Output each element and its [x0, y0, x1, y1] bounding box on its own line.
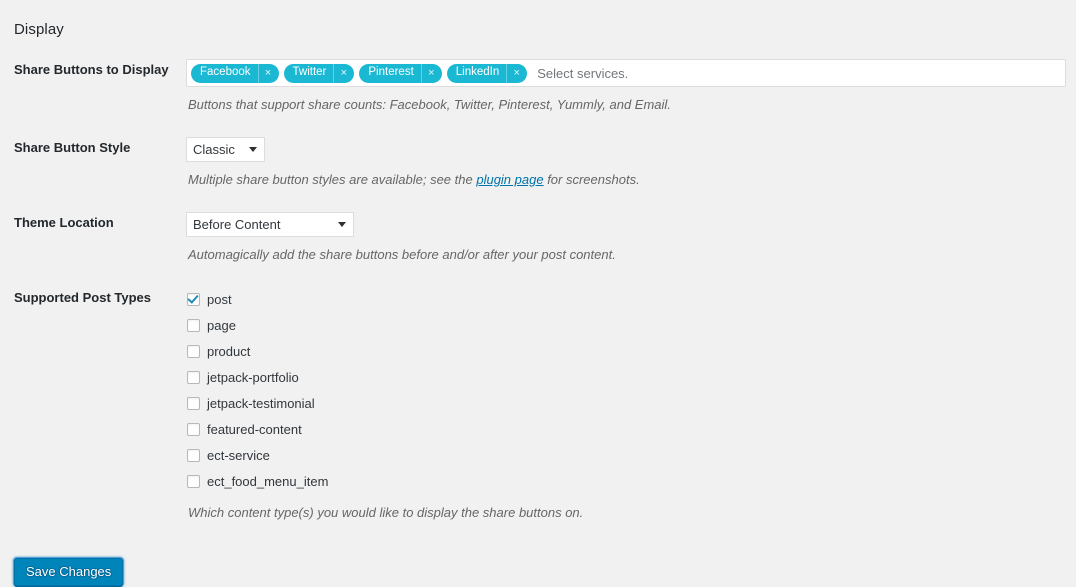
field-theme-location: Before Content Automagically add the sha…: [186, 201, 1076, 276]
checkbox-label-ect-service: ect-service: [207, 448, 270, 464]
checkbox-row-jetpack-testimonial[interactable]: jetpack-testimonial: [186, 391, 1066, 417]
description-share-button-style-before: Multiple share button styles are availab…: [188, 171, 477, 187]
save-changes-button[interactable]: Save Changes: [14, 558, 124, 586]
description-share-button-style-after: for screenshots.: [543, 171, 640, 187]
checkbox-page[interactable]: [187, 319, 200, 333]
checkbox-label-post: post: [207, 292, 232, 308]
close-icon[interactable]: ×: [506, 63, 525, 83]
checkbox-row-product[interactable]: product: [186, 339, 1066, 365]
checkbox-jetpack-testimonial[interactable]: [187, 397, 200, 411]
checkbox-label-page: page: [207, 318, 236, 334]
field-supported-post-types: post page product jetpack-portfolio jetp…: [186, 276, 1076, 534]
form-row-theme-location: Theme Location Before Content Automagica…: [0, 201, 1076, 276]
close-icon[interactable]: ×: [333, 63, 352, 83]
description-share-buttons: Buttons that support share counts: Faceb…: [188, 97, 671, 112]
form-row-share-button-style: Share Button Style Classic Multiple shar…: [0, 126, 1076, 201]
checkbox-featured-content[interactable]: [187, 423, 200, 437]
form-row-share-buttons: Share Buttons to Display Facebook × Twit…: [0, 48, 1076, 126]
close-icon[interactable]: ×: [420, 63, 440, 83]
description-theme-location: Automagically add the share buttons befo…: [188, 246, 616, 262]
label-theme-location: Theme Location: [0, 201, 186, 276]
checkbox-label-jetpack-testimonial: jetpack-testimonial: [207, 396, 315, 412]
checkbox-row-jetpack-portfolio[interactable]: jetpack-portfolio: [186, 365, 1066, 391]
checkbox-jetpack-portfolio[interactable]: [187, 371, 200, 385]
tag-pinterest-label: Pinterest: [368, 66, 414, 79]
share-button-style-select-wrap: Classic: [186, 136, 265, 162]
checkbox-row-page[interactable]: page: [186, 313, 1066, 339]
checkbox-row-post[interactable]: post: [186, 287, 1066, 313]
tag-pinterest[interactable]: Pinterest ×: [359, 63, 442, 83]
close-icon[interactable]: ×: [257, 63, 277, 83]
checkbox-ect-food-menu-item[interactable]: [187, 475, 200, 489]
tag-facebook-label: Facebook: [200, 66, 251, 79]
checkbox-ect-service[interactable]: [187, 449, 200, 463]
tag-twitter-label: Twitter: [292, 66, 327, 79]
label-share-buttons: Share Buttons to Display: [0, 48, 186, 126]
label-share-button-style-text: Share Button Style: [14, 139, 131, 155]
description-supported-post-types: Which content type(s) you would like to …: [188, 504, 584, 520]
checkbox-label-featured-content: featured-content: [207, 422, 302, 438]
share-button-style-select[interactable]: Classic: [186, 136, 265, 162]
plugin-page-link[interactable]: plugin page: [476, 172, 543, 187]
theme-location-select[interactable]: Before Content: [186, 211, 354, 237]
field-share-buttons: Facebook × Twitter × Pinterest × LinkedI…: [186, 48, 1076, 126]
checkbox-post[interactable]: [187, 293, 200, 307]
tag-facebook[interactable]: Facebook ×: [191, 63, 279, 83]
label-share-button-style: Share Button Style: [0, 126, 186, 201]
settings-form-table: Share Buttons to Display Facebook × Twit…: [0, 48, 1076, 533]
submit-area: Save Changes: [14, 558, 124, 586]
label-supported-post-types-text: Supported Post Types: [14, 289, 151, 305]
share-services-tag-container: Facebook × Twitter × Pinterest × LinkedI…: [191, 60, 1061, 86]
field-share-button-style: Classic Multiple share button styles are…: [186, 126, 1076, 201]
label-supported-post-types: Supported Post Types: [0, 276, 186, 534]
checkbox-label-product: product: [207, 344, 251, 360]
post-types-checkbox-list: post page product jetpack-portfolio jetp…: [186, 287, 1066, 495]
checkbox-product[interactable]: [187, 345, 200, 359]
tag-linkedin[interactable]: LinkedIn ×: [446, 63, 528, 83]
label-share-buttons-text: Share Buttons to Display: [14, 62, 169, 77]
share-services-multiselect[interactable]: Facebook × Twitter × Pinterest × LinkedI…: [186, 59, 1066, 87]
description-share-button-style: Multiple share button styles are availab…: [188, 171, 1066, 190]
checkbox-label-jetpack-portfolio: jetpack-portfolio: [207, 370, 299, 386]
checkbox-row-featured-content[interactable]: featured-content: [186, 417, 1066, 443]
tag-linkedin-label: LinkedIn: [455, 66, 500, 79]
theme-location-select-wrap: Before Content: [186, 211, 354, 237]
checkbox-row-ect-service[interactable]: ect-service: [186, 443, 1066, 469]
share-services-placeholder[interactable]: Select services.: [532, 67, 628, 80]
checkbox-row-ect-food-menu-item[interactable]: ect_food_menu_item: [186, 469, 1066, 495]
page-title: Display: [14, 21, 64, 39]
label-theme-location-text: Theme Location: [14, 214, 114, 230]
tag-twitter[interactable]: Twitter ×: [283, 63, 355, 83]
checkbox-label-ect-food-menu-item: ect_food_menu_item: [207, 474, 329, 490]
form-row-supported-post-types: Supported Post Types post page product j…: [0, 276, 1076, 534]
